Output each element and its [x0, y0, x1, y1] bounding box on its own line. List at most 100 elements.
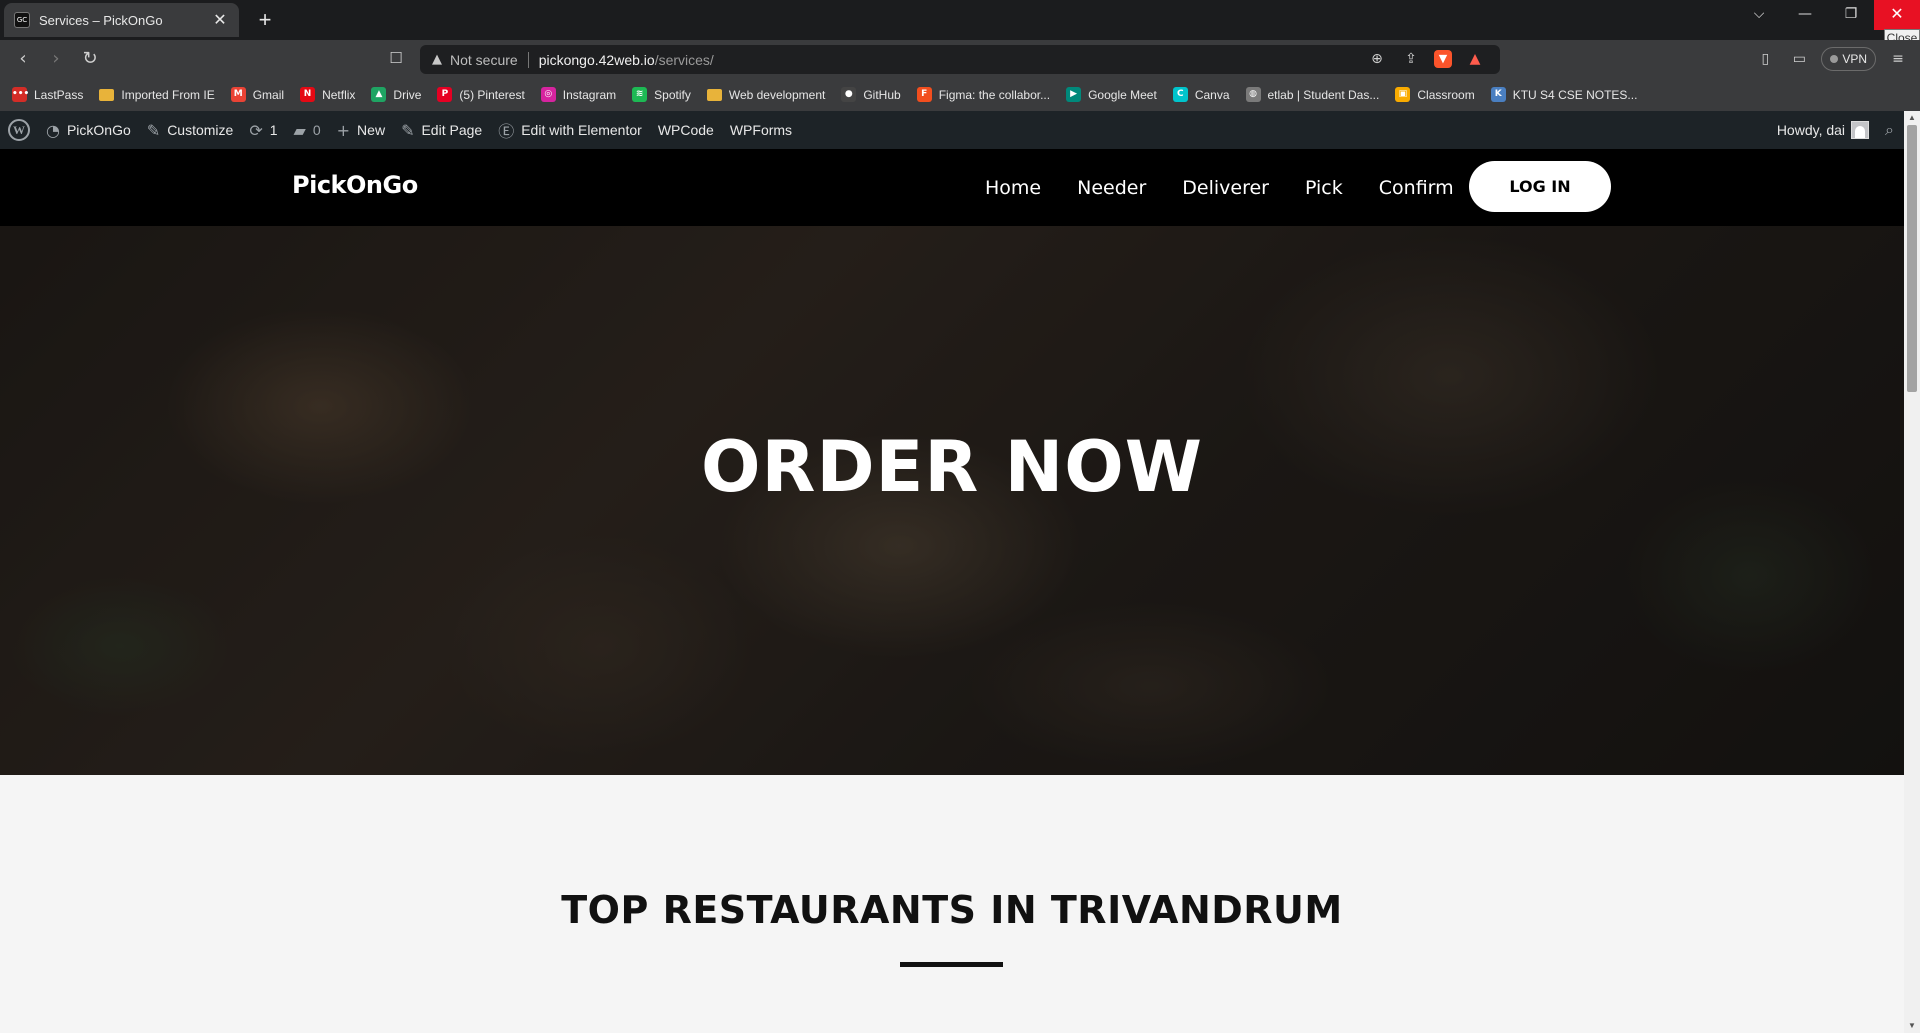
plus-icon: +	[336, 120, 351, 140]
bookmark-label: etlab | Student Das...	[1267, 87, 1380, 102]
site-name-menu[interactable]: ◔ PickOnGo	[38, 111, 139, 149]
bookmark-item[interactable]: Web development	[706, 88, 825, 102]
brave-shields-icon[interactable]: ▼	[1434, 50, 1452, 68]
bookmark-item[interactable]: ▶ Google Meet	[1066, 87, 1157, 102]
bookmark-item[interactable]: F Figma: the collabor...	[916, 87, 1051, 102]
window-close-button[interactable]: ✕	[1874, 0, 1920, 30]
page-scrollbar[interactable]: ▲ ▼	[1904, 111, 1920, 1033]
scroll-up-icon[interactable]: ▲	[1907, 113, 1917, 123]
tab-close-icon[interactable]: ✕	[211, 10, 229, 30]
reload-icon[interactable]: ↻	[79, 48, 101, 70]
login-button[interactable]: LOG IN	[1469, 161, 1611, 212]
address-bar[interactable]: ▲ Not secure pickongo.42web.io/services/…	[420, 45, 1500, 74]
bookmark-item[interactable]: ••• LastPass	[12, 87, 83, 102]
main-navigation: Home Needer Deliverer Pick Confirm	[985, 149, 1454, 226]
nav-home[interactable]: Home	[985, 177, 1041, 199]
bookmark-item[interactable]: ● GitHub	[841, 87, 901, 102]
browser-toolbar: ‹ › ↻ ☐ ▲ Not secure pickongo.42web.io/s…	[0, 40, 1920, 78]
customize-label: Customize	[167, 122, 234, 138]
lastpass-icon: •••	[12, 87, 29, 102]
updates-count: 1	[269, 122, 278, 138]
browser-tab[interactable]: GC Services – PickOnGo ✕	[4, 3, 239, 37]
netflix-icon: N	[300, 87, 316, 102]
bookmark-item[interactable]: ◍ etlab | Student Das...	[1245, 87, 1380, 102]
hero-banner: ORDER NOW	[0, 226, 1904, 775]
brave-rewards-icon[interactable]: ▲	[1464, 49, 1486, 69]
bookmark-item[interactable]: M Gmail	[230, 87, 284, 102]
edit-page-link[interactable]: ✎ Edit Page	[393, 111, 490, 149]
vpn-status-icon	[1830, 55, 1839, 63]
new-tab-button[interactable]: +	[251, 6, 279, 34]
bookmark-label: Netflix	[322, 87, 356, 102]
howdy-user[interactable]: Howdy, dai	[1777, 122, 1845, 138]
bookmark-page-icon[interactable]: ☐	[386, 49, 406, 69]
bookmark-label: Instagram	[562, 87, 617, 102]
bookmark-item[interactable]: ◎ Instagram	[540, 87, 617, 102]
bookmark-label: Imported From IE	[121, 87, 215, 102]
bookmarks-bar: ••• LastPass Imported From IE M Gmail N Netfli…	[0, 78, 1920, 111]
nav-deliverer[interactable]: Deliverer	[1182, 177, 1269, 199]
gmail-icon: M	[230, 87, 246, 102]
url-path: /services/	[654, 51, 714, 68]
new-content-menu[interactable]: + New	[329, 111, 393, 149]
instagram-icon: ◎	[540, 87, 556, 102]
edit-elementor-label: Edit with Elementor	[521, 122, 642, 138]
customize-link[interactable]: ✎ Customize	[139, 111, 242, 149]
globe-icon: ◍	[1245, 87, 1261, 102]
bookmark-label: Spotify	[654, 87, 691, 102]
back-icon[interactable]: ‹	[12, 48, 34, 70]
vpn-button[interactable]: VPN	[1821, 47, 1876, 71]
share-icon[interactable]: ⇪	[1400, 49, 1422, 69]
bookmark-item[interactable]: ▲ Drive	[371, 87, 421, 102]
wp-logo-menu[interactable]: W	[0, 111, 38, 149]
menu-icon[interactable]: ≡	[1886, 47, 1910, 71]
wpforms-label: WPForms	[729, 122, 793, 138]
scroll-down-icon[interactable]: ▼	[1907, 1021, 1917, 1031]
bookmark-item[interactable]: ≋ Spotify	[632, 87, 691, 102]
minimize-button[interactable]: —	[1782, 0, 1828, 30]
nav-confirm[interactable]: Confirm	[1379, 177, 1454, 199]
bookmark-item[interactable]: K KTU S4 CSE NOTES...	[1490, 87, 1637, 102]
comments-count: 0	[312, 122, 321, 138]
tab-search-chevron-icon[interactable]: ⌵	[1736, 0, 1782, 30]
wpforms-menu[interactable]: WPForms	[722, 111, 800, 149]
edit-elementor-link[interactable]: Ⓔ Edit with Elementor	[490, 111, 650, 149]
nav-pick[interactable]: Pick	[1305, 177, 1343, 199]
bookmark-item[interactable]: Imported From IE	[99, 87, 215, 102]
tab-title: Services – PickOnGo	[39, 12, 163, 28]
bookmark-label: Figma: the collabor...	[938, 87, 1051, 102]
github-icon: ●	[841, 87, 857, 102]
admin-bar-account: Howdy, dai ⌕	[1777, 111, 1904, 149]
wpcode-menu[interactable]: WPCode	[650, 111, 722, 149]
address-divider	[527, 51, 529, 68]
updates-icon: ⟳	[249, 120, 263, 140]
scrollbar-thumb[interactable]	[1907, 125, 1917, 392]
bookmark-item[interactable]: C Canva	[1172, 87, 1230, 102]
bookmark-item[interactable]: ▣ Classroom	[1395, 87, 1475, 102]
edit-page-label: Edit Page	[421, 122, 483, 138]
bookmark-label: LastPass	[34, 87, 84, 102]
comment-icon: ▰	[293, 120, 306, 140]
bookmark-label: Drive	[393, 87, 422, 102]
forward-icon[interactable]: ›	[45, 48, 67, 70]
sidebar-icon[interactable]: ▯	[1753, 47, 1777, 71]
security-status: Not secure	[450, 51, 518, 68]
nav-needer[interactable]: Needer	[1077, 177, 1146, 199]
site-logo[interactable]: PickOnGo	[292, 171, 418, 199]
comments-link[interactable]: ▰ 0	[286, 111, 329, 149]
spotify-icon: ≋	[632, 87, 648, 102]
updates-link[interactable]: ⟳ 1	[241, 111, 285, 149]
warning-icon: ▲	[432, 52, 442, 67]
search-icon[interactable]: ⌕	[1885, 120, 1894, 140]
pinterest-icon: P	[437, 87, 453, 102]
url-host: pickongo.42web.io	[538, 51, 655, 68]
bookmark-label: Canva	[1194, 87, 1230, 102]
bookmark-item[interactable]: P (5) Pinterest	[437, 87, 525, 102]
wallet-icon[interactable]: ▭	[1787, 47, 1811, 71]
section-divider	[900, 962, 1003, 967]
restore-button[interactable]: ❐	[1828, 0, 1874, 30]
avatar[interactable]	[1851, 121, 1870, 139]
wp-admin-bar: W ◔ PickOnGo ✎ Customize ⟳ 1 ▰ 0 + New ✎ Edit …	[0, 111, 1904, 149]
zoom-icon[interactable]: ⊕	[1366, 49, 1388, 69]
bookmark-item[interactable]: N Netflix	[300, 87, 355, 102]
